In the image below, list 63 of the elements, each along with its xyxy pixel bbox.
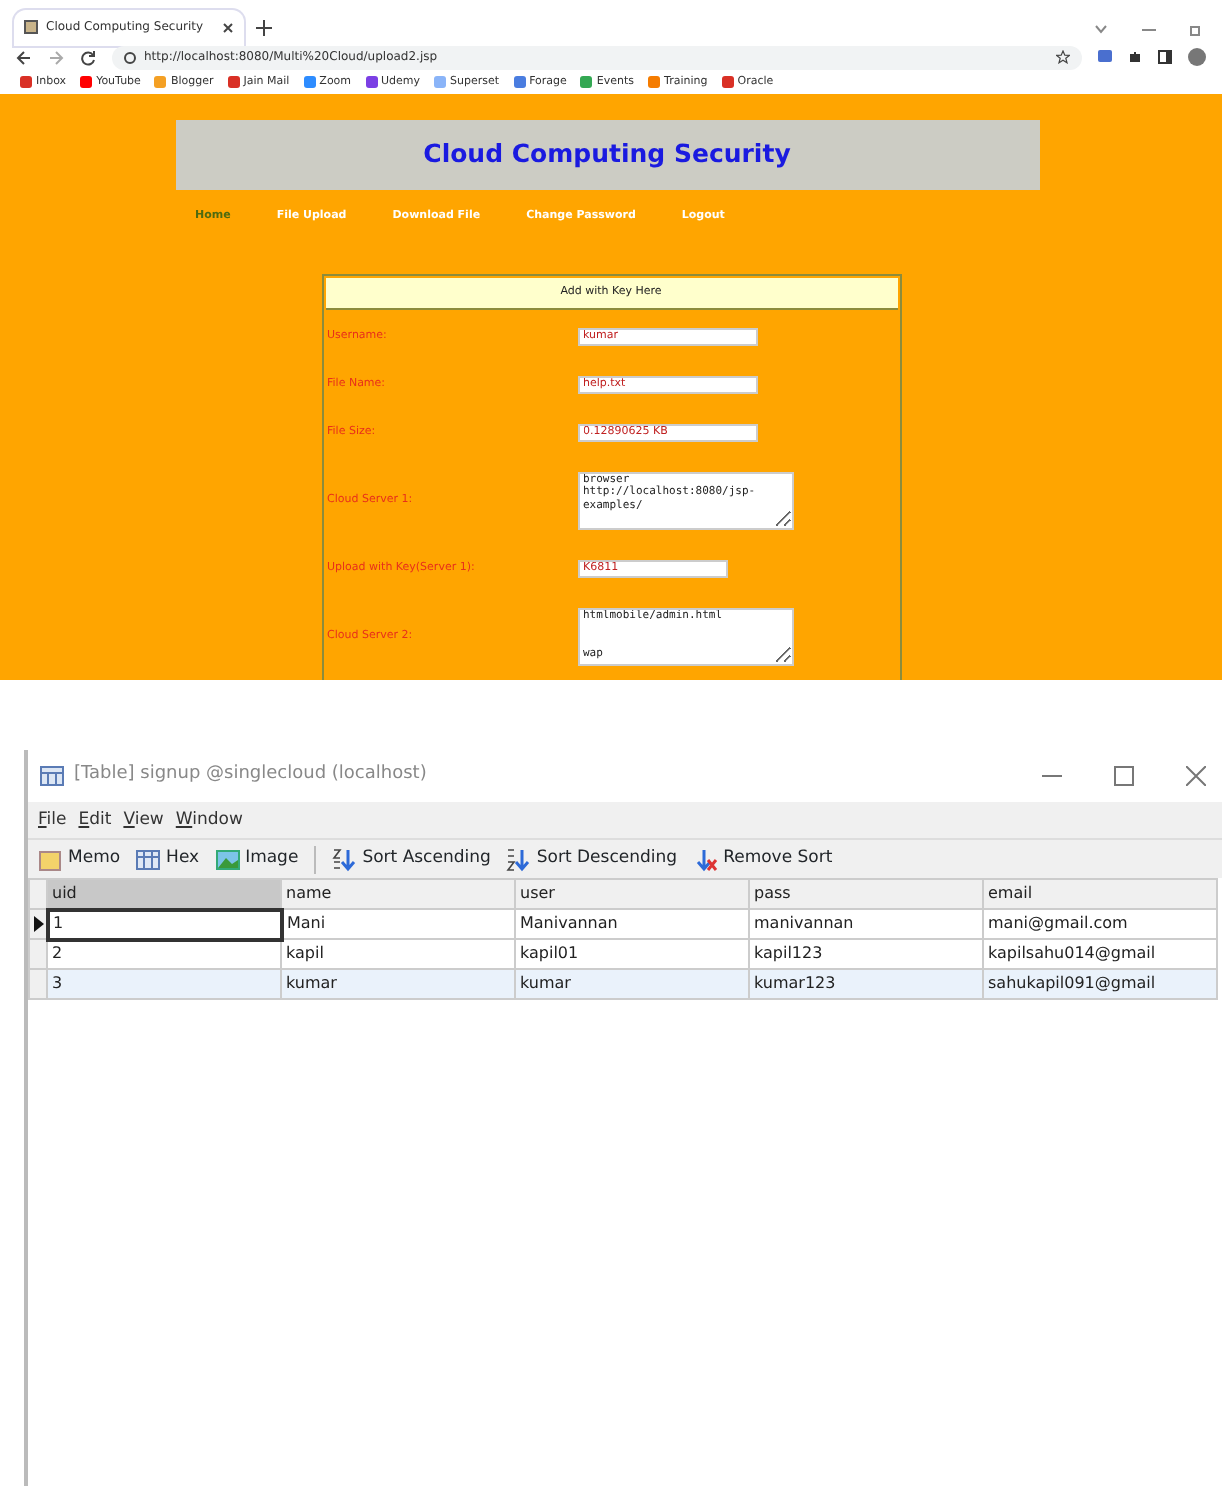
restore-icon[interactable] <box>1190 23 1202 36</box>
bookmark-icon <box>20 75 32 88</box>
column-header[interactable]: email <box>983 879 1217 909</box>
close-icon[interactable] <box>1186 766 1206 786</box>
reload-icon[interactable] <box>80 49 96 66</box>
menu-item[interactable]: File <box>38 807 67 833</box>
menu-item[interactable]: View <box>123 807 164 833</box>
toolbar-button[interactable]: Sort Descending <box>506 846 678 872</box>
sort-descending-icon <box>506 847 531 871</box>
toolbar-button[interactable]: Memo <box>38 846 121 872</box>
maximize-icon[interactable] <box>1114 766 1134 786</box>
column-header[interactable]: uid <box>47 879 281 909</box>
table-cell: kumar <box>281 969 515 999</box>
bookmark-icon <box>365 75 378 88</box>
minimize-icon[interactable] <box>1142 23 1156 34</box>
table-row[interactable]: 1 Mani Manivannan manivannan mani@gmail.com <box>29 909 1217 939</box>
memo-icon <box>38 847 62 871</box>
toolbar-button[interactable]: Hex <box>136 846 200 872</box>
toolbar-button[interactable]: Remove Sort <box>693 846 833 872</box>
bookmark-icon <box>721 75 734 88</box>
puzzle-icon[interactable] <box>1128 50 1142 65</box>
site-banner: Cloud Computing Security <box>175 119 1039 190</box>
table-cell: mani@gmail.com <box>983 909 1217 939</box>
bookmark-icon <box>648 75 661 88</box>
bookmark-icon <box>434 75 447 88</box>
info-icon <box>124 51 136 64</box>
table-cell: 1 <box>47 909 281 939</box>
table-cell: kumar123 <box>749 969 983 999</box>
bookmark-icon <box>154 75 167 88</box>
column-header[interactable]: pass <box>749 879 983 909</box>
table-cell: kumar <box>515 969 749 999</box>
toolbar-button[interactable]: Sort Ascending <box>332 846 491 872</box>
close-icon[interactable] <box>222 21 234 34</box>
page-icon <box>24 20 38 35</box>
table-cell: Manivannan <box>515 909 749 939</box>
table-cell: 3 <box>47 969 281 999</box>
extension-icon[interactable] <box>1098 50 1112 65</box>
bookmark-icon <box>580 75 593 88</box>
table-icon <box>40 766 64 786</box>
sort-ascending-icon <box>332 847 357 871</box>
column-header[interactable]: name <box>281 879 515 909</box>
toolbar-button[interactable]: Image <box>215 846 299 872</box>
image-icon <box>215 847 240 871</box>
table-row[interactable]: 3 kumar kumar kumar123 sahukapil091@gmail <box>29 969 1217 999</box>
bookmark-icon <box>513 75 526 88</box>
table-cell: sahukapil091@gmail <box>983 969 1217 999</box>
window-title: [Table] signup @singlecloud (localhost) <box>74 762 427 789</box>
sidebar-icon[interactable] <box>1158 50 1172 65</box>
new-tab-icon[interactable] <box>256 19 272 36</box>
star-icon[interactable] <box>1056 50 1070 65</box>
table-cell: Mani <box>281 909 515 939</box>
menu-item[interactable]: Window <box>175 807 243 833</box>
bookmark-icon <box>303 75 316 88</box>
bookmark-icon <box>227 75 240 88</box>
back-icon[interactable] <box>16 49 32 66</box>
column-header[interactable]: user <box>515 879 749 909</box>
bookmark-icon <box>80 75 93 88</box>
table-cell: manivannan <box>749 909 983 939</box>
grid-icon <box>136 847 161 871</box>
remove-sort-icon <box>693 847 718 871</box>
chevron-icon[interactable] <box>1094 23 1108 34</box>
menu-item[interactable]: Edit <box>78 807 112 833</box>
avatar-icon[interactable] <box>1188 48 1206 67</box>
